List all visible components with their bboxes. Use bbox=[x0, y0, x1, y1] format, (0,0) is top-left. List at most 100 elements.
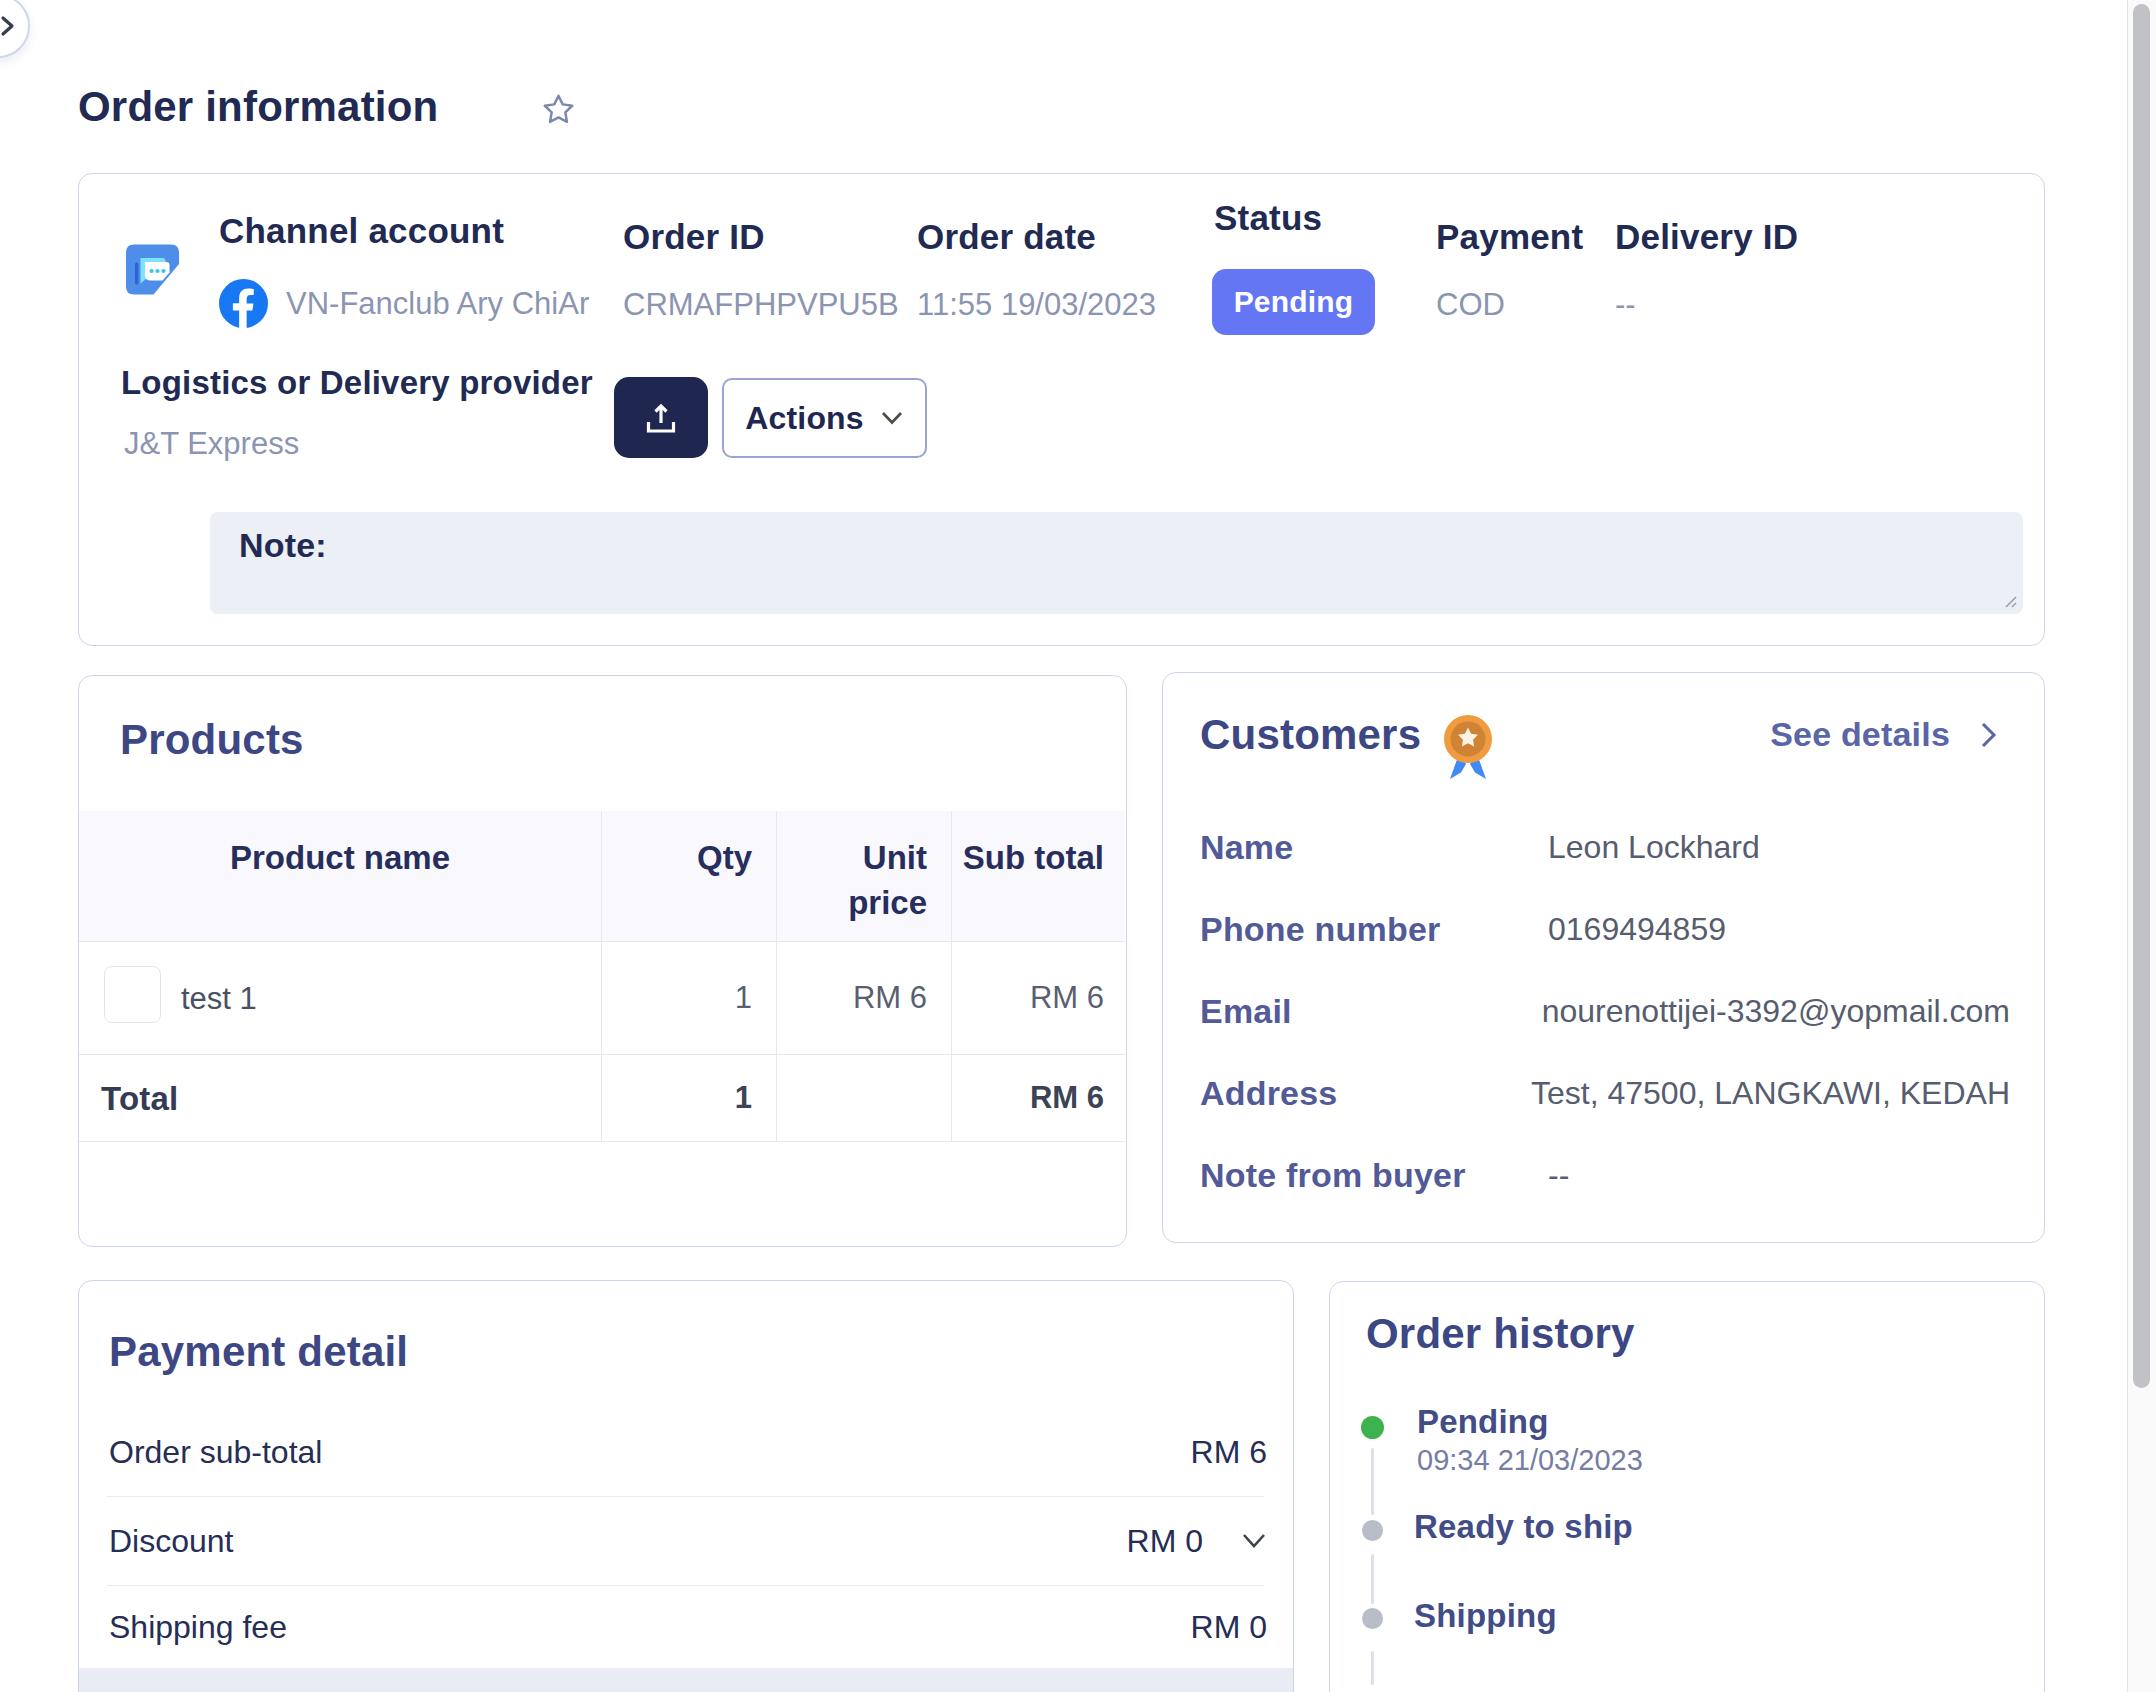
timeline-connector bbox=[1371, 1554, 1374, 1604]
customer-email-value: nourenottijei-3392@yopmail.com bbox=[1542, 989, 2010, 1033]
payment-row-discount: Discount RM 0 bbox=[109, 1497, 1267, 1585]
chevron-down-icon bbox=[880, 410, 904, 426]
history-step-pending: Pending bbox=[1417, 1401, 1549, 1443]
delivery-id-label: Delivery ID bbox=[1615, 215, 1798, 259]
customer-name-value: Leon Lockhard bbox=[1548, 825, 2010, 869]
order-date-column: Order date 11:55 19/03/2023 bbox=[917, 215, 1096, 259]
chevron-right-icon bbox=[0, 13, 20, 39]
payment-row-subtotal: Order sub-total RM 6 bbox=[109, 1408, 1267, 1496]
star-icon bbox=[541, 92, 576, 127]
payment-row-shipping: Shipping fee RM 0 bbox=[109, 1586, 1267, 1668]
channel-account-column: Channel account VN-Fanclub Ary ChiAr bbox=[219, 209, 504, 253]
note-textarea[interactable]: Note: bbox=[210, 512, 2023, 614]
col-header-sub-total: Sub total bbox=[951, 835, 1104, 880]
see-details-link[interactable]: See details bbox=[1770, 715, 1997, 754]
chevron-right-icon bbox=[1980, 721, 1997, 749]
page-title: Order information bbox=[78, 79, 438, 135]
shipping-fee-value: RM 0 bbox=[1191, 1609, 1267, 1646]
customer-email-label: Email bbox=[1200, 989, 1542, 1033]
total-label: Total bbox=[101, 1055, 178, 1142]
order-date-value: 11:55 19/03/2023 bbox=[917, 285, 1156, 325]
order-info-card: Channel account VN-Fanclub Ary ChiAr Ord… bbox=[78, 173, 2045, 646]
product-qty-cell: 1 bbox=[601, 942, 752, 1054]
payment-detail-card: Payment detail Order sub-total RM 6 Disc… bbox=[78, 1280, 1294, 1692]
scrollbar-thumb[interactable] bbox=[2133, 4, 2150, 1388]
product-row: test 1 1 RM 6 RM 6 bbox=[79, 942, 1125, 1055]
note-label: Note: bbox=[239, 523, 327, 567]
order-detail-page: Order information Channel account bbox=[0, 0, 2156, 1692]
timeline-dot bbox=[1362, 1608, 1383, 1629]
customer-address-label: Address bbox=[1200, 1071, 1531, 1115]
customers-card: Customers See details Name Leon Lockhard… bbox=[1162, 672, 2045, 1243]
product-name-cell: test 1 bbox=[181, 942, 257, 1055]
channel-account-value-row: VN-Fanclub Ary ChiAr bbox=[219, 279, 589, 328]
col-header-unit-price: Unit price bbox=[776, 835, 927, 925]
discount-value-wrap: RM 0 bbox=[1127, 1523, 1267, 1560]
status-column: Status Pending bbox=[1214, 196, 1322, 240]
total-qty-cell: 1 bbox=[601, 1055, 752, 1141]
status-badge: Pending bbox=[1212, 269, 1375, 335]
favorite-star-icon[interactable] bbox=[539, 92, 577, 130]
products-card: Products Product name Qty Unit price Sub… bbox=[78, 675, 1127, 1247]
customer-field-row: Address Test, 47500, LANGKAWI, KEDAH bbox=[1200, 1071, 2010, 1115]
customer-field-row: Phone number 0169494859 bbox=[1200, 907, 2010, 951]
timeline-connector bbox=[1371, 1448, 1374, 1515]
payment-value: COD bbox=[1436, 285, 1505, 325]
products-total-row: Total 1 RM 6 bbox=[79, 1055, 1125, 1142]
product-image-placeholder bbox=[104, 966, 161, 1023]
customer-phone-label: Phone number bbox=[1200, 907, 1548, 951]
facebook-icon bbox=[219, 279, 268, 328]
payment-label: Payment bbox=[1436, 215, 1583, 259]
customers-title: Customers bbox=[1200, 708, 1421, 762]
chevron-down-icon[interactable] bbox=[1241, 1531, 1267, 1551]
customer-note-value: -- bbox=[1548, 1153, 2010, 1197]
history-step-pending-time: 09:34 21/03/2023 bbox=[1417, 1441, 1643, 1479]
delivery-id-column: Delivery ID -- bbox=[1615, 215, 1798, 259]
upload-icon bbox=[645, 403, 677, 433]
customer-field-row: Name Leon Lockhard bbox=[1200, 825, 2010, 869]
products-title: Products bbox=[120, 713, 304, 767]
channel-account-label: Channel account bbox=[219, 209, 504, 253]
col-header-product-name: Product name bbox=[79, 835, 601, 880]
discount-value: RM 0 bbox=[1127, 1523, 1203, 1560]
discount-label: Discount bbox=[109, 1523, 234, 1560]
scrollbar-track[interactable] bbox=[2127, 0, 2156, 1692]
history-step-ready: Ready to ship bbox=[1414, 1506, 1633, 1548]
order-id-column: Order ID CRMAFPHPVPU5B bbox=[623, 215, 765, 259]
history-step-shipping: Shipping bbox=[1414, 1595, 1557, 1637]
order-id-value: CRMAFPHPVPU5B bbox=[623, 285, 899, 325]
product-unit-price-cell: RM 6 bbox=[776, 942, 927, 1054]
order-history-title: Order history bbox=[1366, 1307, 1635, 1361]
channel-account-value: VN-Fanclub Ary ChiAr bbox=[286, 279, 589, 328]
resize-grip-icon[interactable] bbox=[2001, 592, 2017, 608]
col-header-qty: Qty bbox=[601, 835, 752, 880]
order-date-label: Order date bbox=[917, 215, 1096, 259]
customer-address-value: Test, 47500, LANGKAWI, KEDAH bbox=[1531, 1071, 2010, 1115]
order-subtotal-label: Order sub-total bbox=[109, 1434, 322, 1471]
actions-dropdown-button[interactable]: Actions bbox=[722, 378, 927, 458]
total-sub-total-cell: RM 6 bbox=[951, 1055, 1104, 1141]
customer-field-row: Email nourenottijei-3392@yopmail.com bbox=[1200, 989, 2010, 1033]
see-details-label: See details bbox=[1770, 715, 1950, 754]
customer-name-label: Name bbox=[1200, 825, 1548, 869]
timeline-dot bbox=[1362, 1520, 1383, 1541]
order-subtotal-value: RM 6 bbox=[1191, 1434, 1267, 1471]
timeline-dot-active bbox=[1361, 1416, 1384, 1439]
payment-detail-title: Payment detail bbox=[109, 1325, 408, 1379]
order-id-label: Order ID bbox=[623, 215, 765, 259]
customer-phone-value: 0169494859 bbox=[1548, 907, 2010, 951]
payment-total-band bbox=[79, 1668, 1293, 1692]
medal-icon bbox=[1443, 714, 1493, 786]
export-button[interactable] bbox=[614, 377, 708, 458]
channel-chat-icon bbox=[125, 244, 180, 299]
logistics-value: J&T Express bbox=[124, 424, 299, 464]
logistics-label: Logistics or Delivery provider bbox=[121, 361, 593, 405]
customer-note-label: Note from buyer bbox=[1200, 1153, 1548, 1197]
status-label: Status bbox=[1214, 196, 1322, 240]
shipping-fee-label: Shipping fee bbox=[109, 1609, 287, 1646]
actions-button-label: Actions bbox=[745, 400, 864, 437]
payment-column: Payment COD bbox=[1436, 215, 1583, 259]
collapse-drawer-button[interactable] bbox=[0, 0, 30, 58]
order-history-card: Order history Pending 09:34 21/03/2023 R… bbox=[1329, 1281, 2045, 1692]
timeline-connector bbox=[1371, 1651, 1374, 1685]
